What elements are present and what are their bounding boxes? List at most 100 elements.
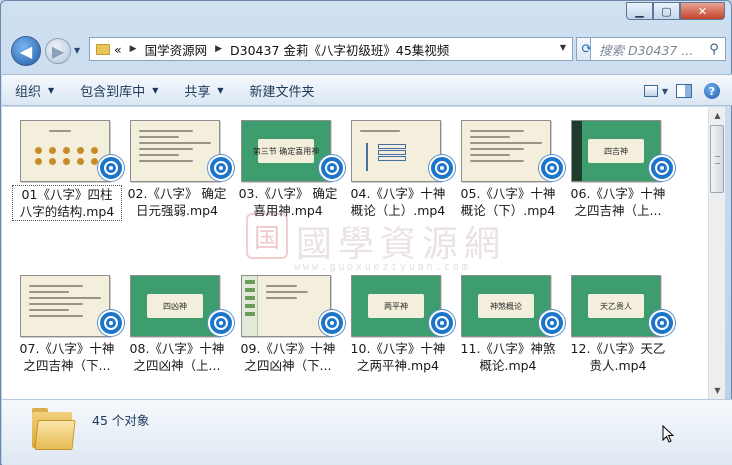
media-player-icon	[649, 310, 675, 336]
file-name-line: 概论（上）.mp4	[350, 203, 446, 218]
address-bar[interactable]: « ▶ 国学资源网 ▶ D30437 金莉《八字初级班》45集视频 ▼	[89, 37, 573, 61]
video-thumbnail	[130, 120, 220, 182]
file-name: 09.《八字》十神 之四凶神（下...	[233, 340, 343, 374]
file-name: 05.《八字》十神 概论（下）.mp4	[453, 185, 563, 219]
thumbnail-title: 四凶神	[147, 294, 203, 318]
breadcrumb-item[interactable]: 国学资源网	[145, 40, 208, 59]
chevron-down-icon: ▼	[217, 85, 224, 95]
organize-menu[interactable]: 组织 ▼	[2, 81, 67, 100]
breadcrumb-overflow[interactable]: «	[114, 42, 122, 57]
file-name-line: 02.《八字》 确定	[127, 186, 227, 201]
file-name: 07.《八字》十神 之四吉神（下...	[12, 340, 122, 374]
file-name-line: 之四吉神（下...	[23, 358, 111, 373]
file-name-line: 07.《八字》十神	[19, 341, 115, 356]
thumbnail-title: 两平神	[368, 294, 424, 318]
media-player-icon	[429, 310, 455, 336]
item-count: 45 个对象	[92, 413, 150, 428]
video-thumbnail	[351, 120, 441, 182]
file-list[interactable]: 国 國學資源網 www.guoxueziyuan.com 01《八字》四柱 八字的…	[2, 107, 708, 399]
video-thumbnail	[241, 275, 331, 337]
forward-button[interactable]: ▶	[45, 38, 71, 64]
file-name: 01《八字》四柱 八字的结构.mp4	[12, 185, 122, 221]
file-name-line: 之四凶神（下...	[244, 358, 332, 373]
file-name-line: 10.《八字》十神	[350, 341, 446, 356]
watermark-url: www.guoxueziyuan.com	[294, 261, 471, 273]
thumbnail-title: 第三节 确定喜用神	[253, 139, 319, 163]
media-player-icon	[319, 155, 345, 181]
file-name-line: 04.《八字》十神	[350, 186, 446, 201]
file-name: 11.《八字》神煞 概论.mp4	[453, 340, 563, 374]
video-thumbnail: 四吉神	[571, 120, 661, 182]
search-box[interactable]: 搜索 D30437 ... ⚲	[590, 37, 726, 61]
minimize-button[interactable]: ▁	[626, 2, 653, 20]
thumbnail-title: 神煞概论	[478, 294, 534, 318]
chevron-right-icon[interactable]: ▶	[130, 44, 137, 54]
breadcrumb-item[interactable]: D30437 金莉《八字初级班》45集视频	[230, 40, 449, 59]
watermark: 国 國學資源網 www.guoxueziyuan.com	[246, 213, 516, 283]
file-name: 12.《八字》天乙 贵人.mp4	[563, 340, 673, 374]
close-button[interactable]: ✕	[680, 2, 725, 20]
file-name-line: 09.《八字》十神	[240, 341, 336, 356]
video-thumbnail	[461, 120, 551, 182]
scroll-thumb[interactable]	[710, 125, 724, 193]
new-folder-label: 新建文件夹	[249, 84, 315, 100]
chevron-down-icon[interactable]: ▼	[662, 87, 668, 96]
media-player-icon	[98, 310, 124, 336]
preview-pane-icon	[676, 84, 692, 98]
file-name-line: 贵人.mp4	[589, 358, 647, 373]
media-player-icon	[539, 155, 565, 181]
video-thumbnail: 天乙贵人	[571, 275, 661, 337]
folder-icon	[96, 43, 110, 55]
breadcrumb: « ▶ 国学资源网 ▶ D30437 金莉《八字初级班》45集视频	[114, 40, 449, 59]
file-name-line: 之四吉神（上...	[574, 203, 662, 218]
video-thumbnail: 四凶神	[130, 275, 220, 337]
file-name: 10.《八字》十神 之两平神.mp4	[343, 340, 453, 374]
file-name-line: 11.《八字》神煞	[460, 341, 556, 356]
media-player-icon	[98, 155, 124, 181]
maximize-button[interactable]: ▢	[653, 2, 680, 20]
folder-icon	[32, 406, 76, 450]
search-icon[interactable]: ⚲	[703, 42, 725, 57]
video-thumbnail: 两平神	[351, 275, 441, 337]
media-player-icon	[539, 310, 565, 336]
mouse-cursor-icon	[662, 425, 674, 443]
video-thumbnail: 神煞概论	[461, 275, 551, 337]
vertical-scrollbar[interactable]: ▲ ▼	[708, 107, 725, 399]
media-player-icon	[319, 310, 345, 336]
video-thumbnail	[20, 275, 110, 337]
video-thumbnail	[20, 120, 110, 182]
search-input[interactable]: 搜索 D30437 ...	[599, 40, 703, 59]
file-name-line: 03.《八字》 确定	[238, 186, 338, 201]
thumbnail-title: 天乙贵人	[588, 294, 644, 318]
include-library-label: 包含到库中	[80, 84, 146, 100]
change-view-button[interactable]: ▼	[644, 80, 668, 102]
file-name: 08.《八字》十神 之四凶神（上...	[122, 340, 232, 374]
include-in-library-menu[interactable]: 包含到库中 ▼	[67, 81, 171, 100]
caption-buttons: ▁ ▢ ✕	[626, 2, 725, 20]
back-button[interactable]: ◀	[11, 36, 41, 66]
share-menu[interactable]: 共享 ▼	[171, 81, 236, 100]
file-name-line: 概论（下）.mp4	[460, 203, 556, 218]
file-name-line: 之四凶神（上...	[133, 358, 221, 373]
recent-pages-dropdown[interactable]: ▼	[74, 46, 80, 55]
help-button[interactable]: ?	[700, 80, 724, 102]
media-player-icon	[649, 155, 675, 181]
file-name-line: 12.《八字》天乙	[570, 341, 666, 356]
scroll-up-icon[interactable]: ▲	[709, 107, 726, 124]
file-name-line: 05.《八字》十神	[460, 186, 556, 201]
details-pane: 45 个对象	[2, 399, 732, 465]
preview-pane-button[interactable]	[672, 80, 696, 102]
scroll-down-icon[interactable]: ▼	[709, 382, 726, 399]
file-name-line: 八字的结构.mp4	[19, 204, 115, 219]
share-label: 共享	[184, 84, 211, 100]
chevron-down-icon: ▼	[152, 85, 159, 95]
navigation-bar: ◀ ▶ ▼ « ▶ 国学资源网 ▶ D30437 金莉《八字初级班》45集视频 …	[7, 34, 727, 66]
file-name: 03.《八字》 确定 喜用神.mp4	[233, 185, 343, 219]
chevron-down-icon: ▼	[48, 85, 55, 95]
media-player-icon	[429, 155, 455, 181]
watermark-seal: 国	[246, 213, 288, 259]
new-folder-button[interactable]: 新建文件夹	[237, 81, 328, 100]
address-dropdown-icon[interactable]: ▼	[560, 43, 566, 52]
chevron-right-icon[interactable]: ▶	[215, 44, 222, 54]
help-icon: ?	[704, 83, 720, 99]
